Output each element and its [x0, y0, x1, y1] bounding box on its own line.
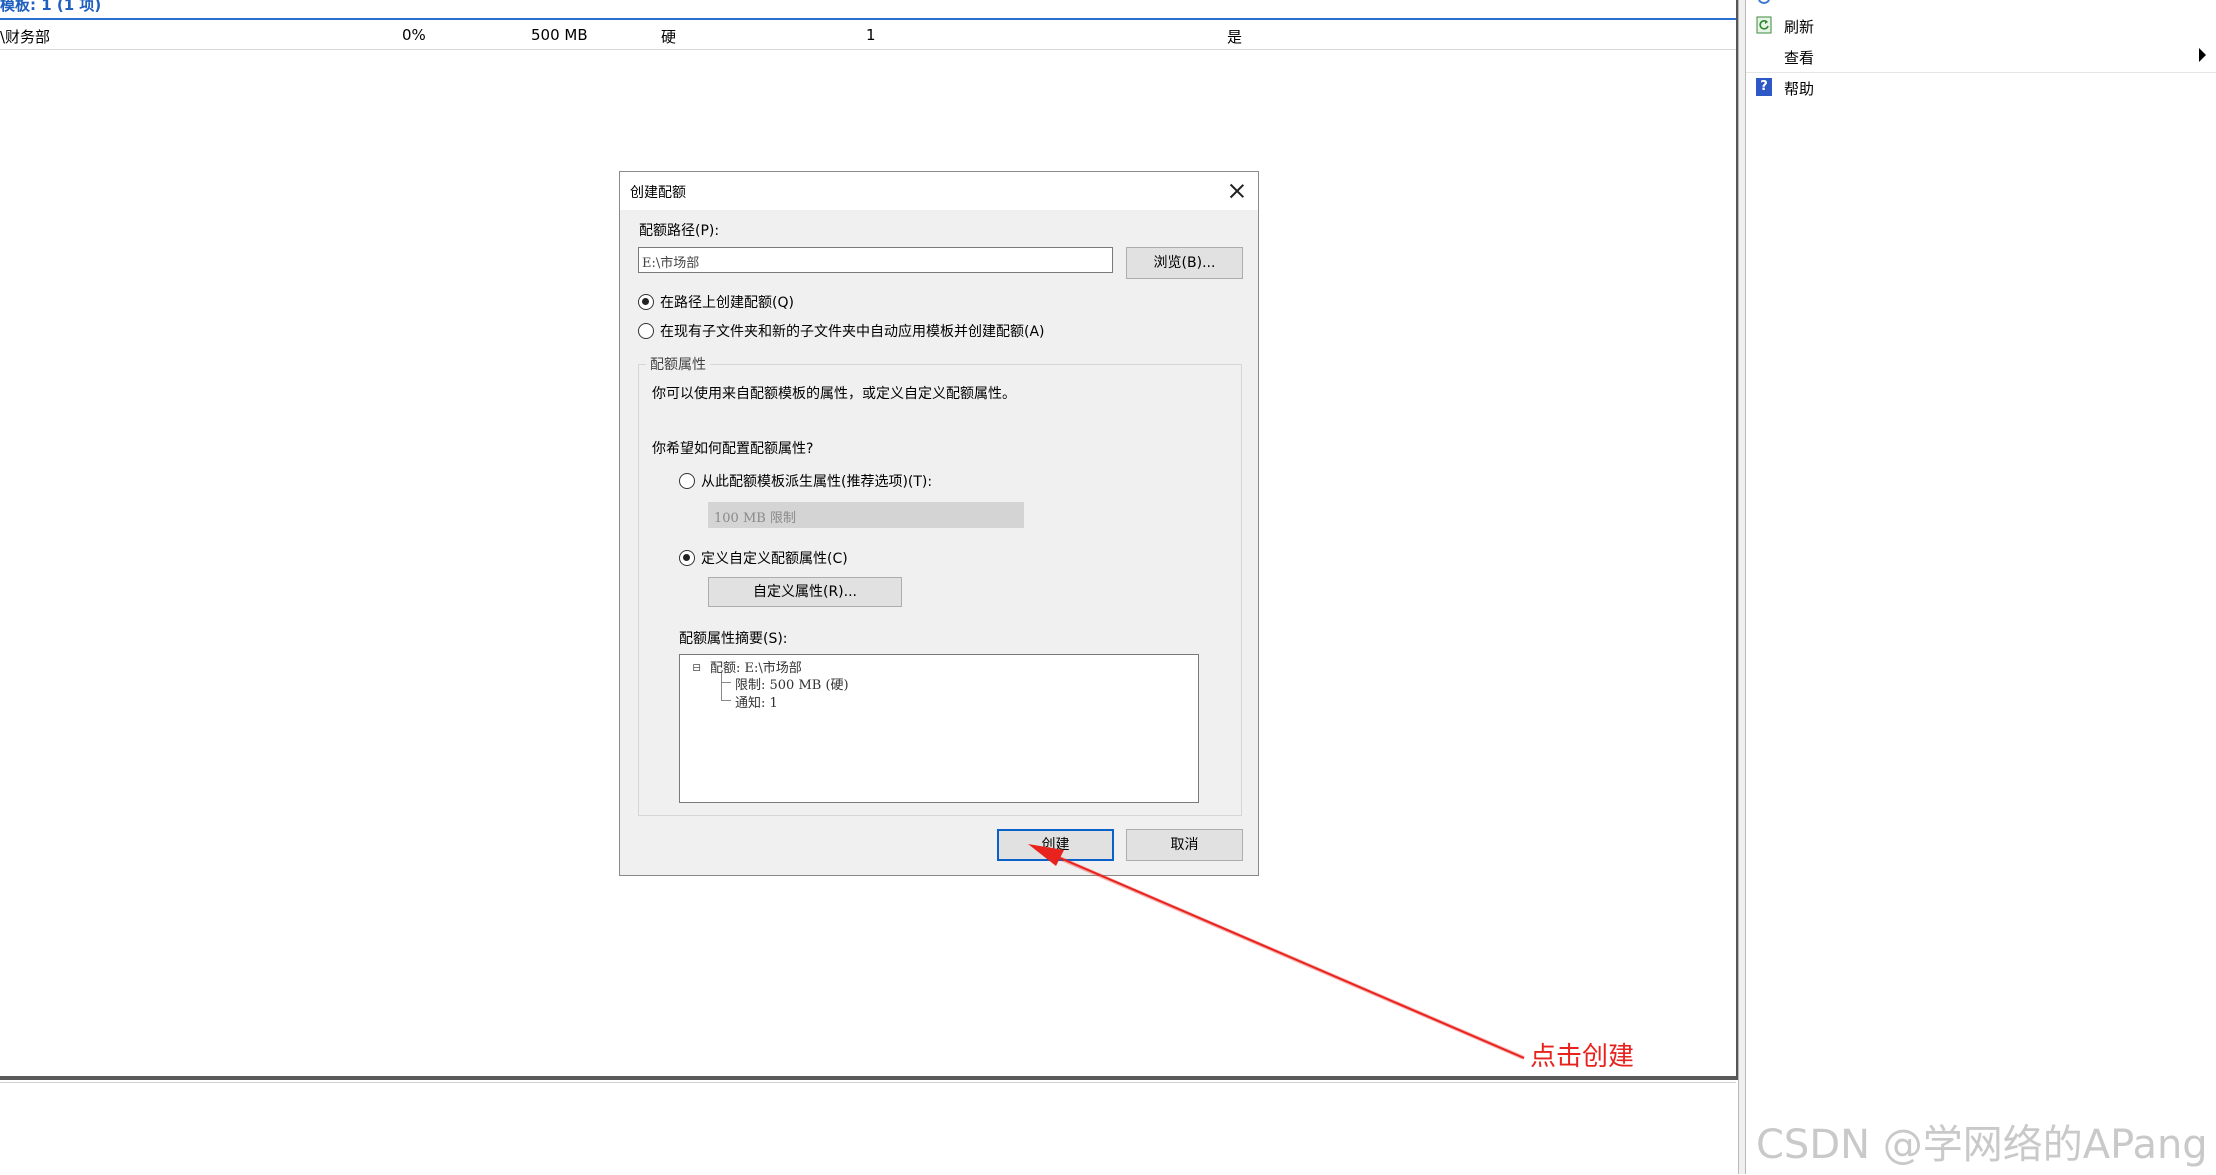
radio-auto-apply[interactable] [638, 323, 654, 339]
group-description: 你可以使用来自配额模板的属性，或定义自定义配额属性。 [652, 386, 1016, 402]
matches-template-cell: 是 [1227, 28, 1243, 46]
radio-auto-apply-label[interactable]: 在现有子文件夹和新的子文件夹中自动应用模板并创建配额(A) [660, 321, 1045, 341]
table-row[interactable]: \财务部 0% 500 MB 硬 1 是 [0, 20, 1738, 50]
action-label: 帮助 [1784, 80, 1815, 98]
radio-create-on-path-label[interactable]: 在路径上创建配额(Q) [660, 292, 794, 312]
group-title: 配额属性 [646, 354, 710, 374]
action-label: 刷新 [1784, 18, 1815, 36]
summary-label: 配额属性摘要(S): [679, 631, 788, 647]
cancel-button[interactable]: 取消 [1126, 829, 1243, 861]
quota-type-cell: 硬 [661, 28, 677, 46]
radio-derive-template[interactable] [679, 473, 695, 489]
horizontal-splitter[interactable] [0, 1076, 1738, 1080]
close-icon[interactable] [1224, 178, 1250, 204]
radio-derive-template-label[interactable]: 从此配额模板派生属性(推荐选项)(T): [701, 471, 932, 491]
action-label: 查看 [1784, 49, 1815, 67]
help-icon: ? [1756, 78, 1772, 96]
tree-connector [721, 700, 731, 701]
custom-properties-button[interactable]: 自定义属性(R)... [708, 577, 902, 607]
action-help[interactable]: ? 帮助 [1746, 72, 2216, 103]
radio-custom-properties-label[interactable]: 定义自定义配额属性(C) [701, 548, 848, 568]
partial-action-icon [1758, 0, 1770, 4]
tree-connector [721, 673, 722, 700]
actions-pane: 刷新 查看 ? 帮助 [1746, 0, 2216, 1174]
annotation-label: 点击创建 [1530, 1042, 1635, 1072]
refresh-icon [1756, 16, 1772, 34]
radio-custom-properties[interactable] [679, 550, 695, 566]
percent-used-cell: 0% [402, 26, 426, 44]
dialog-titlebar[interactable]: 创建配额 [620, 172, 1258, 210]
threshold-count-cell: 1 [866, 26, 876, 44]
radio-create-on-path[interactable] [638, 294, 654, 310]
tree-node[interactable]: 通知: 1 [735, 692, 778, 711]
dialog-title: 创建配额 [630, 185, 686, 201]
quota-path-label: 配额路径(P): [639, 223, 720, 239]
details-pane [0, 1082, 1736, 1175]
create-quota-dialog: 创建配额 配额路径(P): E:\市场部 浏览(B)... 在路径上创建配额(Q… [619, 171, 1259, 876]
pane-gap [1738, 0, 1746, 1174]
config-question: 你希望如何配置配额属性? [652, 441, 814, 457]
submenu-arrow-icon [2199, 48, 2206, 62]
create-button[interactable]: 创建 [997, 829, 1114, 861]
tree-node[interactable]: 限制: 500 MB (硬) [735, 674, 849, 693]
tree-connector [721, 682, 731, 683]
quota-path-input[interactable]: E:\市场部 [638, 247, 1113, 273]
tree-collapse-icon[interactable]: ⊟ [692, 661, 701, 674]
quota-path-cell: \财务部 [0, 28, 51, 46]
group-header[interactable]: 模板: 1 (1 项) [0, 0, 101, 18]
summary-tree[interactable]: ⊟ 配额: E:\市场部 限制: 500 MB (硬) 通知: 1 [679, 654, 1199, 803]
browse-button[interactable]: 浏览(B)... [1126, 247, 1243, 279]
action-refresh[interactable]: 刷新 [1746, 10, 2216, 41]
watermark: CSDN @学网络的APang [1756, 1122, 2208, 1168]
template-select: 100 MB 限制 [708, 502, 1024, 528]
action-view[interactable]: 查看 [1746, 41, 2216, 73]
limit-cell: 500 MB [531, 26, 588, 44]
